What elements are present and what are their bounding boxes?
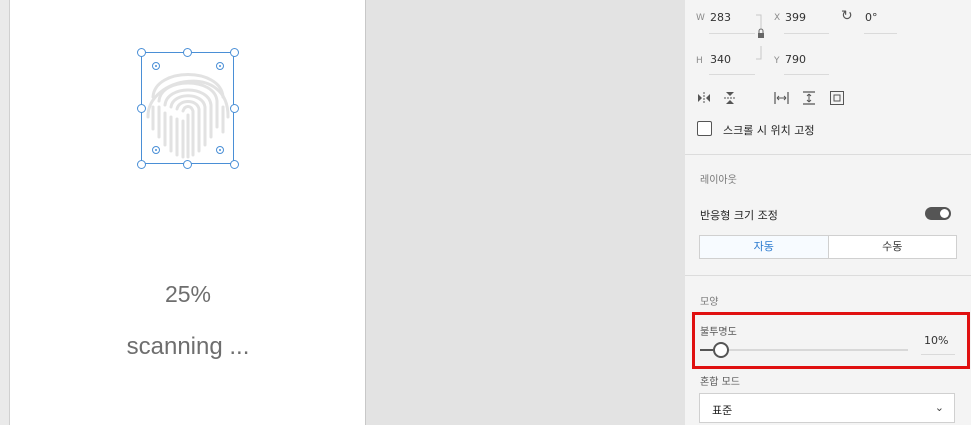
flip-horizontal-icon[interactable] bbox=[697, 92, 711, 104]
rotate-icon[interactable]: ↻ bbox=[841, 9, 853, 23]
artboard-edge bbox=[0, 0, 10, 425]
blend-mode-value: 표준 bbox=[712, 404, 733, 417]
layout-section-title: 레이아웃 bbox=[700, 175, 737, 186]
chevron-down-icon: ⌄ bbox=[934, 401, 944, 414]
width-field[interactable]: 283 bbox=[710, 11, 731, 24]
y-position-field[interactable]: 790 bbox=[785, 53, 806, 66]
canvas-area[interactable]: 25% scanning ... bbox=[0, 0, 367, 425]
y-label: Y bbox=[774, 56, 780, 66]
section-divider bbox=[685, 275, 971, 276]
responsive-resize-toggle[interactable] bbox=[925, 207, 951, 220]
resize-handle-top-left[interactable] bbox=[137, 48, 146, 57]
resize-mode-auto[interactable]: 자동 bbox=[700, 236, 829, 258]
property-inspector: W 283 X 399 ↻ 0° H 340 Y 790 스크롤 시 위치 고정… bbox=[685, 0, 971, 425]
rotation-field-underline bbox=[864, 33, 897, 34]
corner-radius-handle[interactable] bbox=[152, 62, 160, 70]
resize-mode-segmented-control: 자동 수동 bbox=[699, 235, 957, 259]
y-field-underline bbox=[784, 74, 829, 75]
corner-radius-handle[interactable] bbox=[216, 146, 224, 154]
responsive-resize-label: 반응형 크기 조정 bbox=[700, 209, 778, 222]
distribute-horizontal-icon[interactable] bbox=[774, 92, 789, 104]
fix-on-scroll-label: 스크롤 시 위치 고정 bbox=[723, 124, 815, 137]
distribute-vertical-icon[interactable] bbox=[803, 91, 815, 105]
resize-handle-top-right[interactable] bbox=[230, 48, 239, 57]
corner-radius-handle[interactable] bbox=[216, 62, 224, 70]
x-label: X bbox=[774, 13, 781, 23]
resize-handle-bottom-right[interactable] bbox=[230, 160, 239, 169]
flip-vertical-icon[interactable] bbox=[724, 91, 736, 105]
blend-mode-label: 혼합 모드 bbox=[700, 377, 740, 388]
fix-on-scroll-checkbox[interactable] bbox=[697, 121, 712, 136]
lock-aspect-icon[interactable] bbox=[755, 14, 767, 60]
status-text: scanning ... bbox=[126, 333, 250, 360]
resize-handle-top[interactable] bbox=[183, 48, 192, 57]
highlight-box bbox=[692, 312, 970, 369]
x-position-field[interactable]: 399 bbox=[785, 11, 806, 24]
fit-to-bounds-icon[interactable] bbox=[830, 91, 844, 105]
progress-text: 25% bbox=[164, 281, 212, 307]
height-label: H bbox=[696, 56, 703, 66]
height-field-underline bbox=[709, 74, 755, 75]
resize-handle-right[interactable] bbox=[230, 104, 239, 113]
width-field-underline bbox=[709, 33, 755, 34]
section-divider bbox=[685, 154, 971, 155]
x-field-underline bbox=[784, 33, 829, 34]
corner-radius-handle[interactable] bbox=[152, 146, 160, 154]
resize-handle-left[interactable] bbox=[137, 104, 146, 113]
width-label: W bbox=[696, 13, 705, 23]
resize-handle-bottom[interactable] bbox=[183, 160, 192, 169]
resize-mode-manual[interactable]: 수동 bbox=[829, 236, 957, 258]
resize-handle-bottom-left[interactable] bbox=[137, 160, 146, 169]
height-field[interactable]: 340 bbox=[710, 53, 731, 66]
rotation-field[interactable]: 0° bbox=[865, 11, 878, 24]
appearance-section-title: 모양 bbox=[700, 297, 719, 308]
blend-mode-select[interactable]: 표준 ⌄ bbox=[699, 393, 955, 423]
